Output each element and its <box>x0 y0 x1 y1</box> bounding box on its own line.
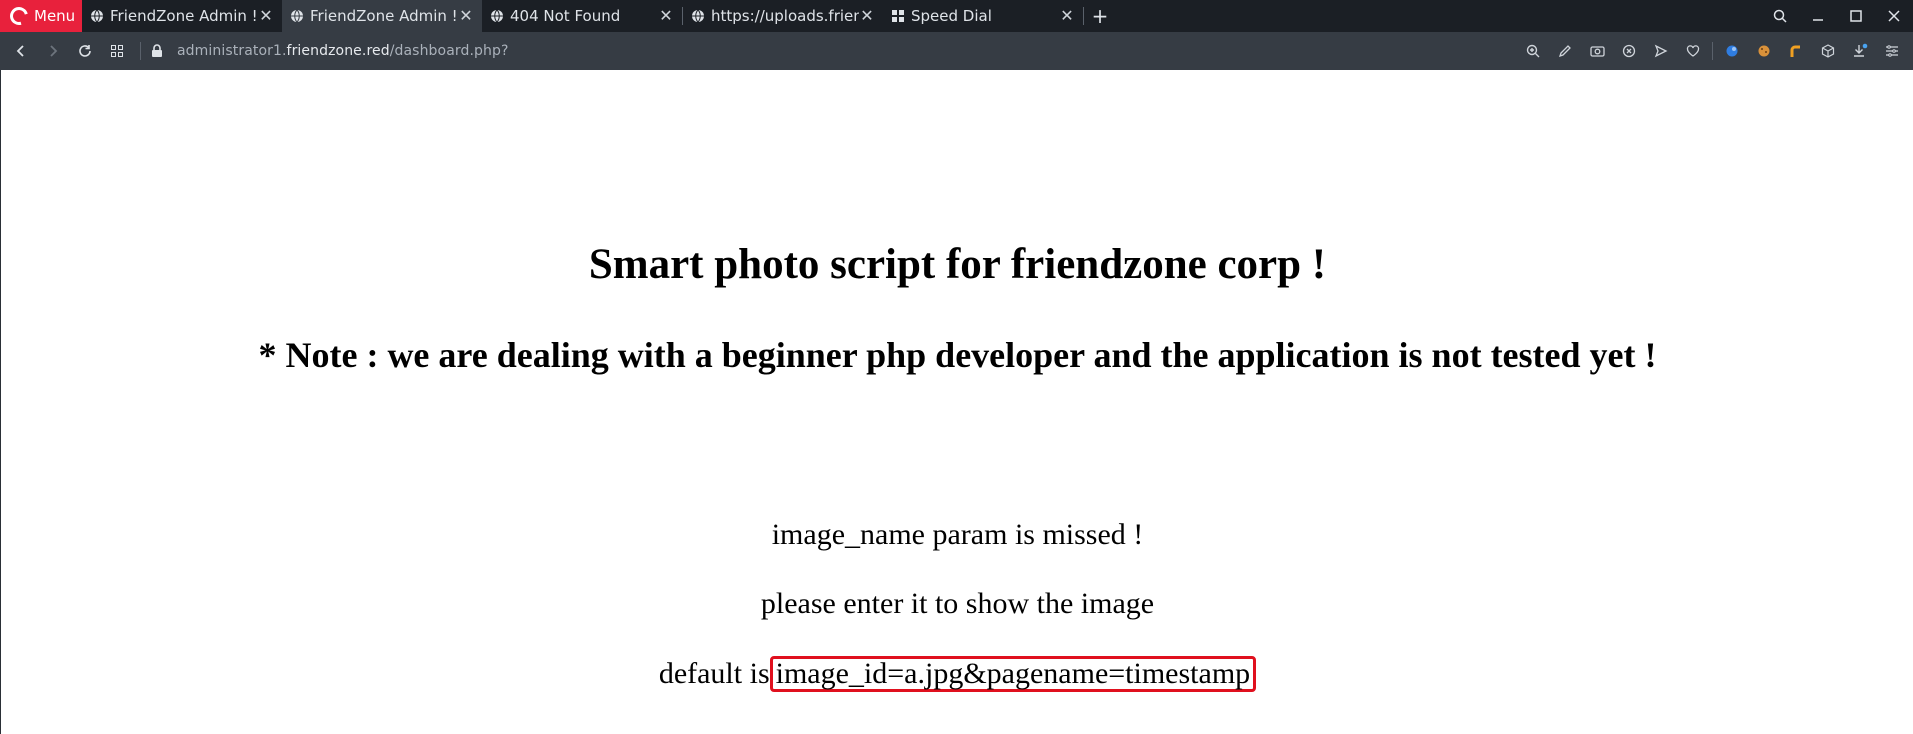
globe-icon <box>91 9 103 23</box>
zoom-button[interactable] <box>1520 38 1546 64</box>
cookie-extension-button[interactable] <box>1751 38 1777 64</box>
forward-button[interactable] <box>38 36 68 66</box>
lock-icon[interactable] <box>151 44 163 58</box>
toolbar-divider <box>140 42 141 60</box>
vivaldi-logo-icon <box>6 3 32 29</box>
close-tab-icon[interactable]: ✕ <box>1059 8 1075 24</box>
maximize-button[interactable] <box>1837 0 1875 32</box>
search-tabs-button[interactable] <box>1761 0 1799 32</box>
reload-button[interactable] <box>70 36 100 66</box>
page-note: * Note : we are dealing with a beginner … <box>258 335 1657 375</box>
downloads-button[interactable] <box>1847 38 1873 64</box>
tab-title: https://uploads.frienc <box>711 7 859 25</box>
menu-label: Menu <box>34 7 76 25</box>
toolbar-divider <box>1712 42 1713 60</box>
tab-title: FriendZone Admin ! <box>310 7 458 25</box>
heart-icon <box>1686 45 1700 57</box>
cube-icon <box>1821 44 1835 58</box>
minimize-button[interactable] <box>1799 0 1837 32</box>
close-window-button[interactable] <box>1875 0 1913 32</box>
speed-dial-icon <box>892 10 904 22</box>
minimize-icon <box>1813 19 1823 21</box>
camera-icon <box>1589 46 1605 57</box>
address-toolbar: administrator1.friendzone.red/dashboard.… <box>0 32 1913 70</box>
extension-1-button[interactable] <box>1719 38 1745 64</box>
download-icon <box>1854 43 1868 57</box>
globe-icon <box>291 9 303 23</box>
window-controls <box>1761 0 1913 32</box>
globe-icon <box>692 9 704 23</box>
favorite-button[interactable] <box>1680 38 1706 64</box>
plus-icon: + <box>1091 4 1109 28</box>
grid-icon <box>111 45 123 57</box>
edit-button[interactable] <box>1552 38 1578 64</box>
tab-title: Speed Dial <box>911 7 992 25</box>
missing-param-message: image_name param is missed ! <box>771 518 1144 551</box>
instruction-message: please enter it to show the image <box>760 587 1155 620</box>
close-icon <box>1888 10 1900 22</box>
back-button[interactable] <box>6 36 36 66</box>
tab-3[interactable]: 404 Not Found ✕ <box>482 0 682 32</box>
zoom-icon <box>1526 44 1540 58</box>
tab-bar: Menu FriendZone Admin ! ✕ FriendZone Adm… <box>0 0 1913 32</box>
url-subdomain: administrator1. <box>177 43 287 59</box>
globe-icon <box>491 9 503 23</box>
speed-dial-button[interactable] <box>102 36 132 66</box>
default-params-line: default is image_id=a.jpg&pagename=times… <box>1 656 1913 692</box>
send-icon <box>1654 44 1668 58</box>
sliders-icon <box>1886 45 1898 57</box>
tab-title: FriendZone Admin ! <box>110 7 258 25</box>
hackbar-extension-button[interactable] <box>1783 38 1809 64</box>
tab-title: 404 Not Found <box>510 7 621 25</box>
cookie-icon <box>1758 45 1770 57</box>
send-button[interactable] <box>1648 38 1674 64</box>
pipe-icon <box>1790 45 1800 57</box>
extension-blue-icon <box>1726 45 1738 57</box>
block-icon <box>1622 44 1636 58</box>
tab-4[interactable]: https://uploads.frienc ✕ <box>683 0 883 32</box>
default-label: default is <box>658 657 770 690</box>
capture-button[interactable] <box>1584 38 1610 64</box>
web-page-content: Smart photo script for friendzone corp !… <box>0 70 1913 734</box>
toolbar-extensions <box>1520 32 1905 70</box>
maximize-icon <box>1850 10 1862 22</box>
close-tab-icon[interactable]: ✕ <box>658 8 674 24</box>
settings-button[interactable] <box>1879 38 1905 64</box>
back-arrow-icon <box>16 45 24 57</box>
reload-icon <box>79 45 91 57</box>
search-icon <box>1773 9 1787 23</box>
pencil-icon <box>1558 45 1571 58</box>
cube-extension-button[interactable] <box>1815 38 1841 64</box>
new-tab-button[interactable]: + <box>1084 0 1116 32</box>
tab-5[interactable]: Speed Dial ✕ <box>883 0 1083 32</box>
close-tab-icon[interactable]: ✕ <box>258 8 274 24</box>
tab-1[interactable]: FriendZone Admin ! ✕ <box>82 0 282 32</box>
close-tab-icon[interactable]: ✕ <box>458 8 474 24</box>
close-tab-icon[interactable]: ✕ <box>859 8 875 24</box>
highlighted-default-params: image_id=a.jpg&pagename=timestamp <box>769 656 1257 692</box>
address-field[interactable]: administrator1.friendzone.red/dashboard.… <box>177 43 509 59</box>
tab-2-active[interactable]: FriendZone Admin ! ✕ <box>282 0 482 32</box>
forward-arrow-icon <box>50 45 58 57</box>
page-heading: Smart photo script for friendzone corp ! <box>588 241 1327 288</box>
url-path: /dashboard.php? <box>389 43 509 59</box>
block-button[interactable] <box>1616 38 1642 64</box>
browser-menu-button[interactable]: Menu <box>0 0 82 32</box>
url-host: friendzone.red <box>286 43 390 59</box>
